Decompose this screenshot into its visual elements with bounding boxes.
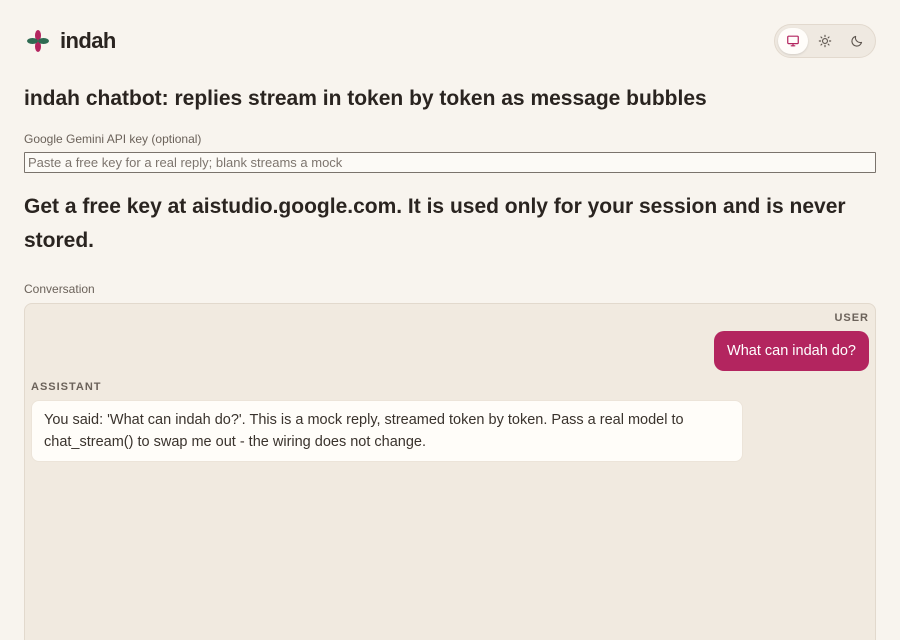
sun-icon: [818, 34, 832, 48]
page-title: indah chatbot: replies stream in token b…: [24, 87, 707, 110]
logo-icon: [27, 30, 49, 52]
theme-light-button[interactable]: [810, 28, 840, 54]
brand[interactable]: indah: [26, 28, 116, 54]
api-key-input[interactable]: [24, 152, 876, 173]
top-bar: indah: [24, 0, 876, 82]
conversation-panel[interactable]: USER What can indah do? ASSISTANT You sa…: [24, 303, 876, 640]
assistant-message-bubble: You said: 'What can indah do?'. This is …: [31, 400, 743, 462]
page: indah indah chatbot: replies stream in t…: [0, 0, 900, 640]
user-message: What can indah do?: [31, 331, 869, 371]
brand-name: indah: [60, 28, 116, 53]
api-key-label: Google Gemini API key (optional): [24, 132, 202, 146]
user-role-label: USER: [834, 312, 869, 324]
api-key-hint: Get a free key at aistudio.google.com. I…: [24, 195, 846, 252]
conversation-label: Conversation: [24, 282, 95, 296]
theme-dark-button[interactable]: [842, 28, 872, 54]
moon-icon: [851, 35, 863, 47]
theme-system-button[interactable]: [778, 28, 808, 54]
monitor-icon: [787, 35, 799, 47]
theme-switch: [774, 24, 876, 58]
user-message-bubble: What can indah do?: [714, 331, 869, 371]
assistant-role-label: ASSISTANT: [31, 381, 102, 393]
